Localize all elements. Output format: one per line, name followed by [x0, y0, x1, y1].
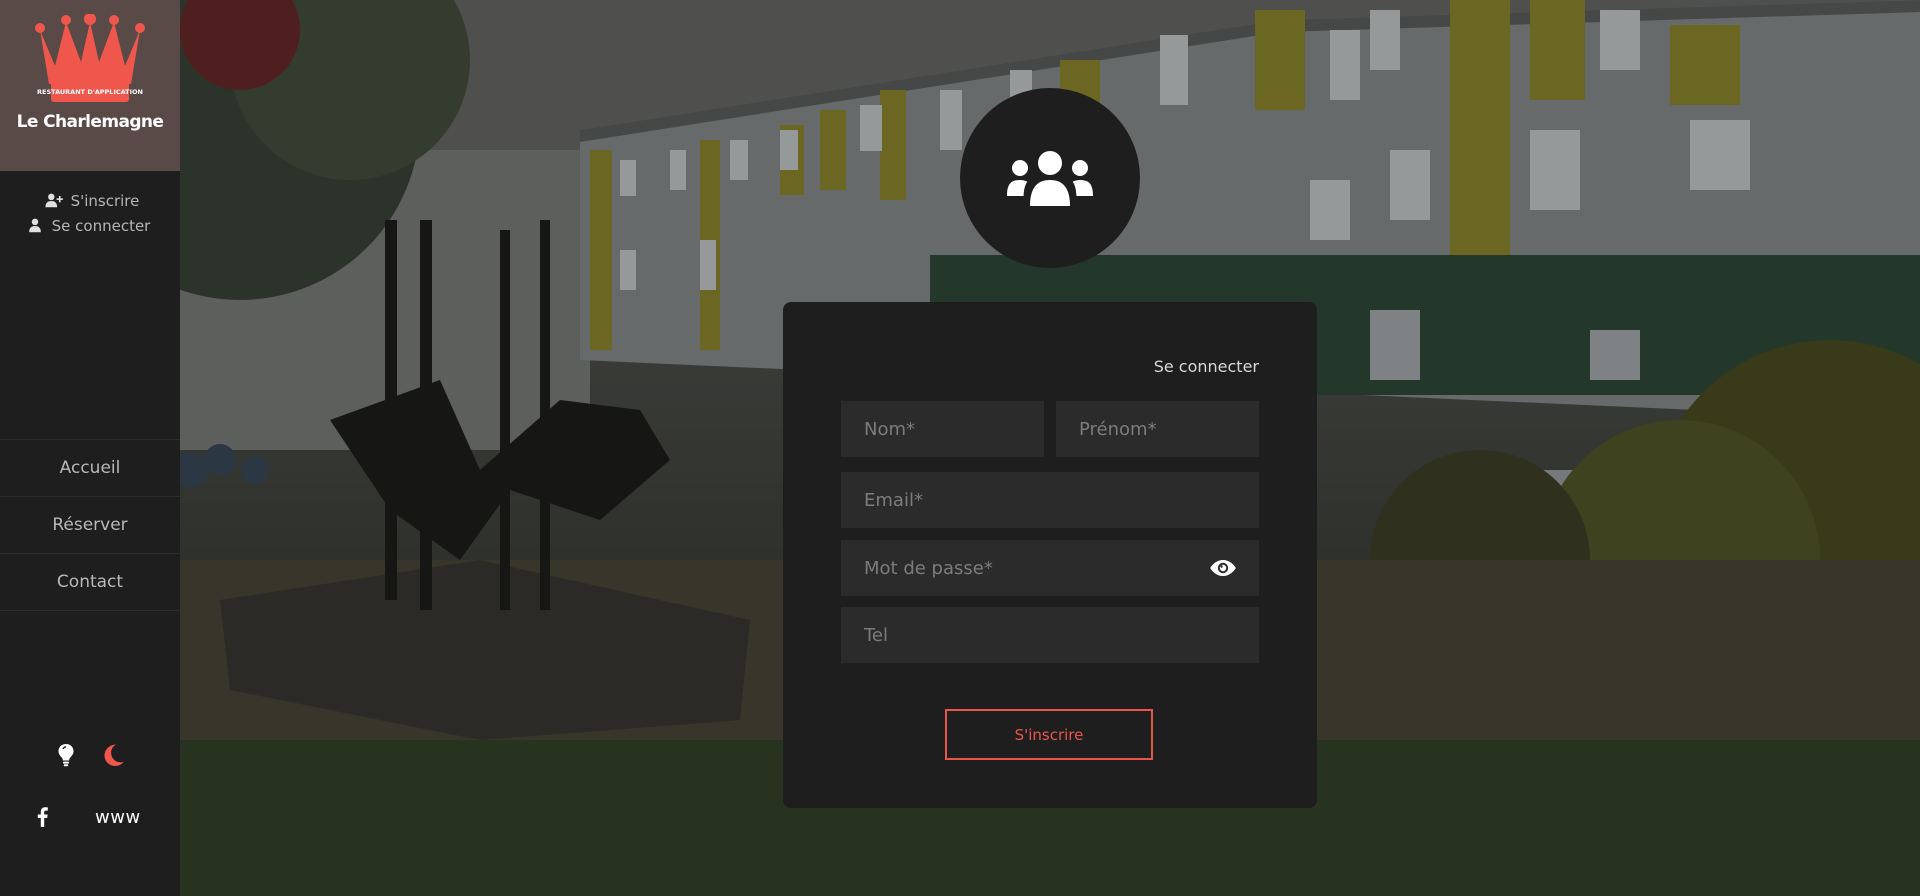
main-nav: Accueil Réserver Contact: [0, 439, 180, 611]
moon-icon[interactable]: [101, 740, 127, 770]
password-placeholder: Mot de passe*: [864, 557, 993, 579]
theme-toggles: [0, 740, 180, 770]
user-plus-icon: [45, 193, 63, 208]
nom-placeholder: Nom*: [864, 418, 916, 440]
register-form: Se connecter Nom* Prénom* Email* Mot de …: [783, 302, 1317, 808]
password-field[interactable]: Mot de passe*: [841, 540, 1259, 596]
form-login-link[interactable]: Se connecter: [1154, 357, 1259, 376]
eye-icon[interactable]: [1209, 557, 1237, 579]
brand-name: Le Charlemagne: [16, 112, 164, 132]
brand[interactable]: RESTAURANT D'APPLICATION Le Charlemagne: [0, 0, 180, 171]
website-link[interactable]: www: [95, 807, 141, 828]
email-placeholder: Email*: [864, 489, 923, 511]
tel-placeholder: Tel: [864, 624, 889, 646]
register-link-label: S'inscrire: [70, 191, 140, 210]
social-links: www: [0, 805, 180, 829]
prenom-placeholder: Prénom*: [1079, 418, 1157, 440]
login-link[interactable]: Se connecter: [26, 213, 151, 238]
avatar: [960, 88, 1140, 268]
lightbulb-icon[interactable]: [53, 740, 79, 770]
register-submit-button[interactable]: S'inscrire: [945, 709, 1153, 760]
nav-item-reserver[interactable]: Réserver: [0, 497, 180, 554]
users-icon: [1007, 151, 1093, 206]
tel-field[interactable]: Tel: [841, 607, 1259, 663]
email-field[interactable]: Email*: [841, 472, 1259, 528]
user-icon: [28, 218, 41, 233]
prenom-field[interactable]: Prénom*: [1056, 401, 1259, 457]
facebook-icon[interactable]: [33, 805, 51, 829]
register-link[interactable]: S'inscrire: [45, 188, 140, 213]
logo-text: RESTAURANT D'APPLICATION: [37, 88, 143, 96]
auth-links: S'inscrire Se connecter: [0, 171, 180, 238]
login-link-label: Se connecter: [51, 216, 151, 235]
nom-field[interactable]: Nom*: [841, 401, 1044, 457]
sidebar: RESTAURANT D'APPLICATION Le Charlemagne …: [0, 0, 180, 896]
crown-logo: RESTAURANT D'APPLICATION: [35, 14, 145, 102]
nav-item-accueil[interactable]: Accueil: [0, 440, 180, 497]
nav-item-contact[interactable]: Contact: [0, 554, 180, 611]
